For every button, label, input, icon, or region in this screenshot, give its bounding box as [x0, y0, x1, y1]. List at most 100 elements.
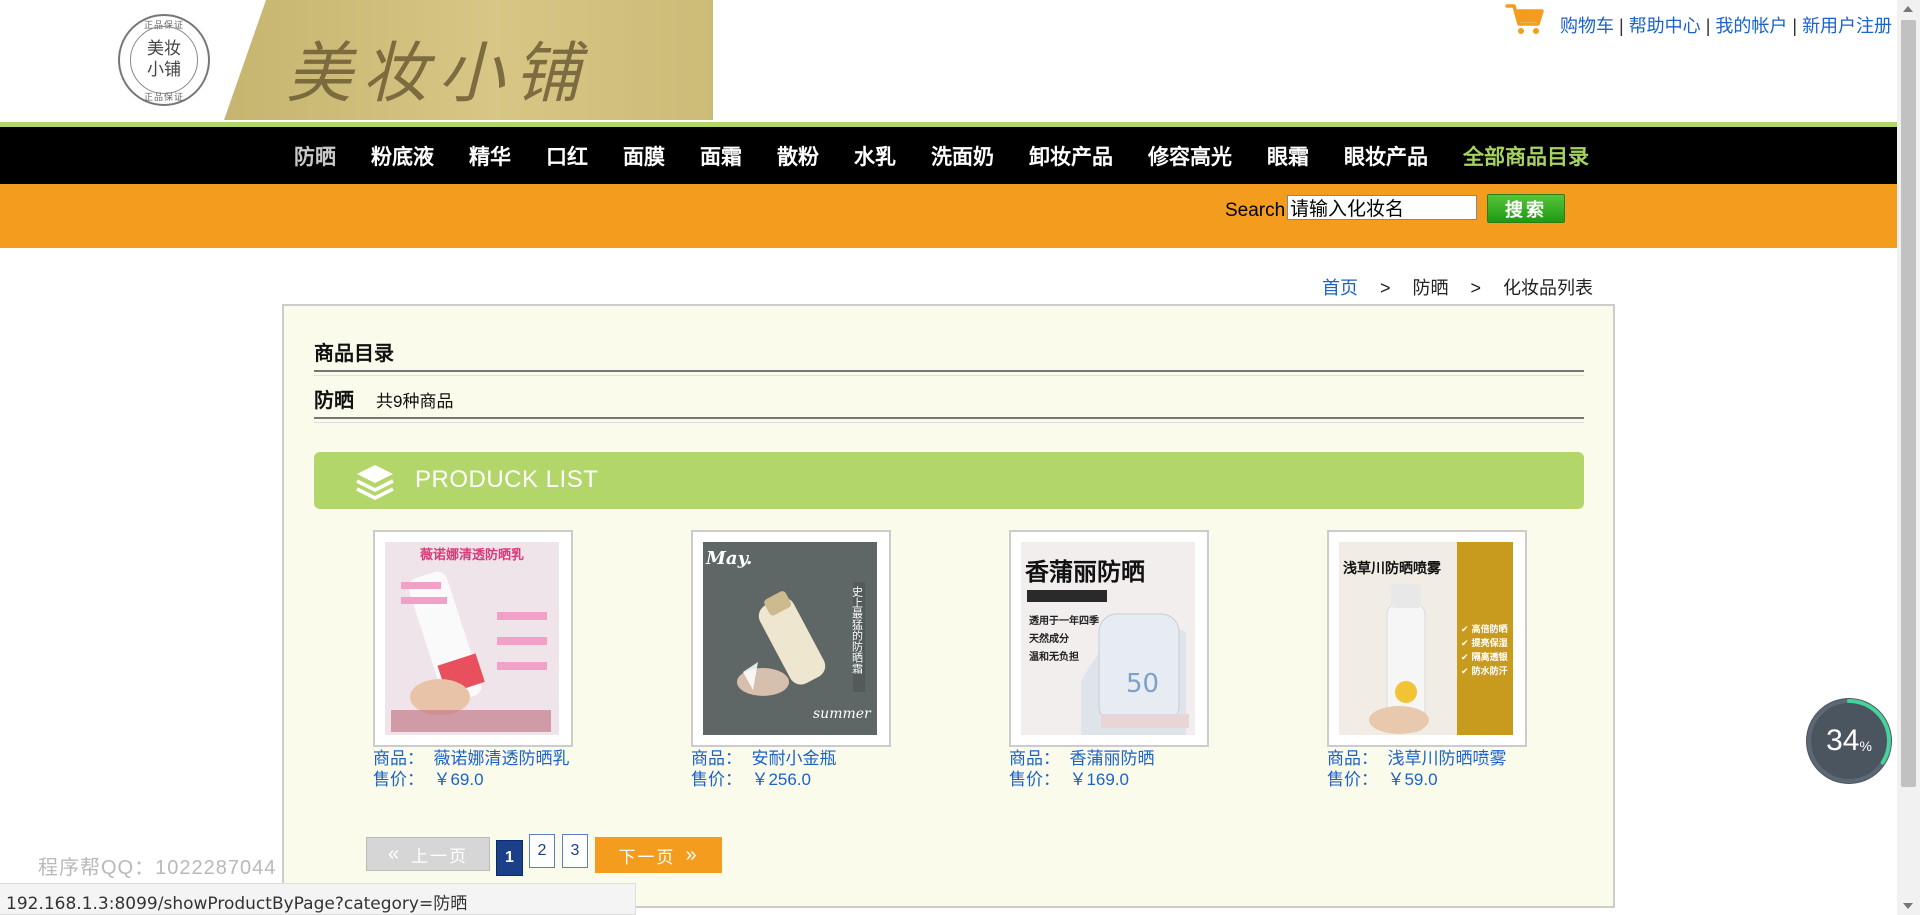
product-thumbnail[interactable]: ✔ 高倍防晒 ✔ 提亮保湿 ✔ 隔离透银 ✔ 防水防汗 浅草川防晒喷雾 [1327, 530, 1527, 747]
register-link[interactable]: 新用户注册 [1802, 16, 1892, 36]
nav-item-contour-highlight[interactable]: 修容高光 [1148, 141, 1232, 171]
product-name-link[interactable]: 浅草川防晒喷雾 [1387, 749, 1506, 768]
my-account-link[interactable]: 我的帐户 [1715, 16, 1787, 36]
svg-text:温和无负担: 温和无负担 [1029, 650, 1079, 663]
scroll-up-arrow-icon[interactable] [1903, 6, 1913, 12]
product-name-link[interactable]: 香蒲丽防晒 [1069, 749, 1154, 768]
svg-text:天然成分: 天然成分 [1029, 632, 1069, 645]
search-button[interactable]: 搜索 [1487, 194, 1565, 223]
product-name-link[interactable]: 安耐小金瓶 [751, 749, 836, 768]
nav-item-mask[interactable]: 面膜 [623, 141, 665, 171]
link-separator: | [1705, 16, 1711, 36]
svg-text:✔ 提亮保湿: ✔ 提亮保湿 [1461, 637, 1508, 649]
divider [314, 370, 1584, 376]
svg-text:✔ 高倍防晒: ✔ 高倍防晒 [1461, 623, 1508, 635]
category-nav: 防晒 粉底液 精华 口红 面膜 面霜 散粉 水乳 洗面奶 卸妆产品 修容高光 眼… [0, 127, 1897, 184]
page-scrollbar[interactable] [1897, 0, 1920, 915]
product-name-line: 商品： 薇诺娜清透防晒乳 [373, 748, 593, 769]
prev-page-label: 上一页 [411, 846, 469, 866]
brand-seal-logo[interactable]: 正品保证 美妆 小铺 正品保证 [118, 14, 210, 106]
breadcrumb-arrow: > [1380, 278, 1391, 298]
scroll-down-arrow-icon[interactable] [1903, 903, 1913, 909]
nav-item-serum[interactable]: 精华 [469, 141, 511, 171]
help-center-link[interactable]: 帮助中心 [1629, 16, 1701, 36]
scrollbar-thumb[interactable] [1901, 20, 1916, 787]
product-card[interactable]: 薇诺娜清透防晒乳 商品： 薇诺娜清透防晒乳 售价： ￥69.0 [373, 530, 593, 790]
product-price-label: 售价： [1327, 770, 1378, 789]
product-image-winona[interactable]: 薇诺娜清透防晒乳 [385, 542, 559, 735]
product-price-label: 售价： [1009, 770, 1060, 789]
product-image-asakusa-spray[interactable]: ✔ 高倍防晒 ✔ 提亮保湿 ✔ 隔离透银 ✔ 防水防汗 浅草川防晒喷雾 [1339, 542, 1513, 735]
cart-link[interactable]: 购物车 [1560, 16, 1614, 36]
product-name-line: 商品： 香蒲丽防晒 [1009, 748, 1229, 769]
product-name-link[interactable]: 薇诺娜清透防晒乳 [433, 749, 569, 768]
product-list-banner: PRODUCK LIST [314, 452, 1584, 509]
product-card[interactable]: 史上最猛的防晒霜 summer May. 商品： 安耐小金瓶 售价： ￥256.… [691, 530, 911, 790]
nav-item-sunscreen[interactable]: 防晒 [294, 141, 336, 171]
search-input[interactable] [1287, 195, 1477, 220]
product-count: 共9种商品 [376, 392, 454, 411]
network-speed-widget[interactable]: 34% [1803, 695, 1895, 787]
product-name-line: 商品： 浅草川防晒喷雾 [1327, 748, 1547, 769]
breadcrumb: 首页 > 防晒 > 化妆品列表 [1322, 274, 1593, 300]
brand-banner: 美妆小铺 [224, 0, 713, 120]
nav-item-eye-cream[interactable]: 眼霜 [1267, 141, 1309, 171]
image-caption: 浅草川防晒喷雾 [1343, 560, 1441, 576]
speed-unit: % [1859, 738, 1872, 754]
product-list-panel: 商品目录 防晒 共9种商品 PRODUCK LIST 薇诺娜清透防晒乳 商品： … [282, 304, 1615, 908]
prev-page-button[interactable]: « 上一页 [366, 837, 490, 871]
breadcrumb-arrow: > [1470, 278, 1482, 298]
seal-ring-bottom-text: 正品保证 [143, 92, 184, 102]
seal-text-line1: 美妆 [147, 39, 181, 59]
seal-inner: 美妆 小铺 [130, 26, 198, 94]
product-thumbnail[interactable]: 薇诺娜清透防晒乳 [373, 530, 573, 747]
product-price-line: 售价： ￥169.0 [1009, 769, 1229, 790]
speed-percent: 34% [1803, 695, 1895, 787]
svg-text:✔ 隔离透银: ✔ 隔离透银 [1461, 651, 1509, 663]
nav-item-foundation[interactable]: 粉底液 [371, 141, 434, 171]
search-label: Search [1225, 200, 1286, 221]
page-number[interactable]: 3 [562, 834, 588, 868]
svg-text:史上最猛的防晒霜: 史上最猛的防晒霜 [851, 586, 864, 675]
seal-text-line2: 小铺 [147, 60, 181, 80]
next-page-button[interactable]: 下一页 » [595, 837, 722, 873]
product-image-papa-recipe[interactable]: 50 透用于一年四季 天然成分 温和无负担 香蒲丽防晒 [1021, 542, 1195, 735]
product-thumbnail[interactable]: 史上最猛的防晒霜 summer May. [691, 530, 891, 747]
product-list-banner-text: PRODUCK LIST [415, 466, 599, 493]
page-number[interactable]: 2 [529, 834, 555, 868]
page-number-current[interactable]: 1 [496, 840, 523, 876]
product-price: ￥169.0 [1069, 770, 1129, 789]
nav-item-eye-makeup[interactable]: 眼妆产品 [1344, 141, 1428, 171]
speed-value: 34 [1826, 724, 1860, 757]
svg-text:50: 50 [1126, 669, 1159, 699]
catalog-title: 商品目录 [314, 343, 394, 365]
product-card[interactable]: 50 透用于一年四季 天然成分 温和无负担 香蒲丽防晒 商品： 香蒲丽防晒 售价… [1009, 530, 1229, 790]
nav-item-all-products[interactable]: 全部商品目录 [1463, 141, 1589, 171]
breadcrumb-home-link[interactable]: 首页 [1322, 278, 1358, 298]
image-caption: May. [706, 548, 753, 569]
nav-item-toner-lotion[interactable]: 水乳 [854, 141, 896, 171]
nav-item-loose-powder[interactable]: 散粉 [777, 141, 819, 171]
nav-item-lipstick[interactable]: 口红 [546, 141, 588, 171]
banner-calligraphy: 美妆小铺 [286, 35, 590, 112]
product-image-anessa[interactable]: 史上最猛的防晒霜 summer May. [703, 542, 877, 735]
product-price-line: 售价： ￥256.0 [691, 769, 911, 790]
nav-item-cream[interactable]: 面霜 [700, 141, 742, 171]
product-card[interactable]: ✔ 高倍防晒 ✔ 提亮保湿 ✔ 隔离透银 ✔ 防水防汗 浅草川防晒喷雾 商品： … [1327, 530, 1547, 790]
double-chevron-right-icon: » [685, 843, 699, 866]
product-name-label: 商品： [1009, 749, 1060, 768]
breadcrumb-category: 防晒 [1412, 278, 1449, 298]
product-price-line: 售价： ￥69.0 [373, 769, 593, 790]
nav-item-makeup-remover[interactable]: 卸妆产品 [1029, 141, 1113, 171]
product-price-line: 售价： ￥59.0 [1327, 769, 1547, 790]
svg-text:透用于一年四季: 透用于一年四季 [1029, 614, 1100, 627]
layers-icon [356, 465, 394, 500]
svg-text:summer: summer [813, 706, 872, 722]
link-separator: | [1619, 16, 1624, 36]
link-separator: | [1792, 16, 1798, 36]
product-name-label: 商品： [373, 749, 424, 768]
nav-item-cleanser[interactable]: 洗面奶 [931, 141, 994, 171]
product-thumbnail[interactable]: 50 透用于一年四季 天然成分 温和无负担 香蒲丽防晒 [1009, 530, 1209, 747]
shopping-cart-icon[interactable] [1505, 2, 1545, 36]
image-caption: 薇诺娜清透防晒乳 [419, 547, 524, 562]
